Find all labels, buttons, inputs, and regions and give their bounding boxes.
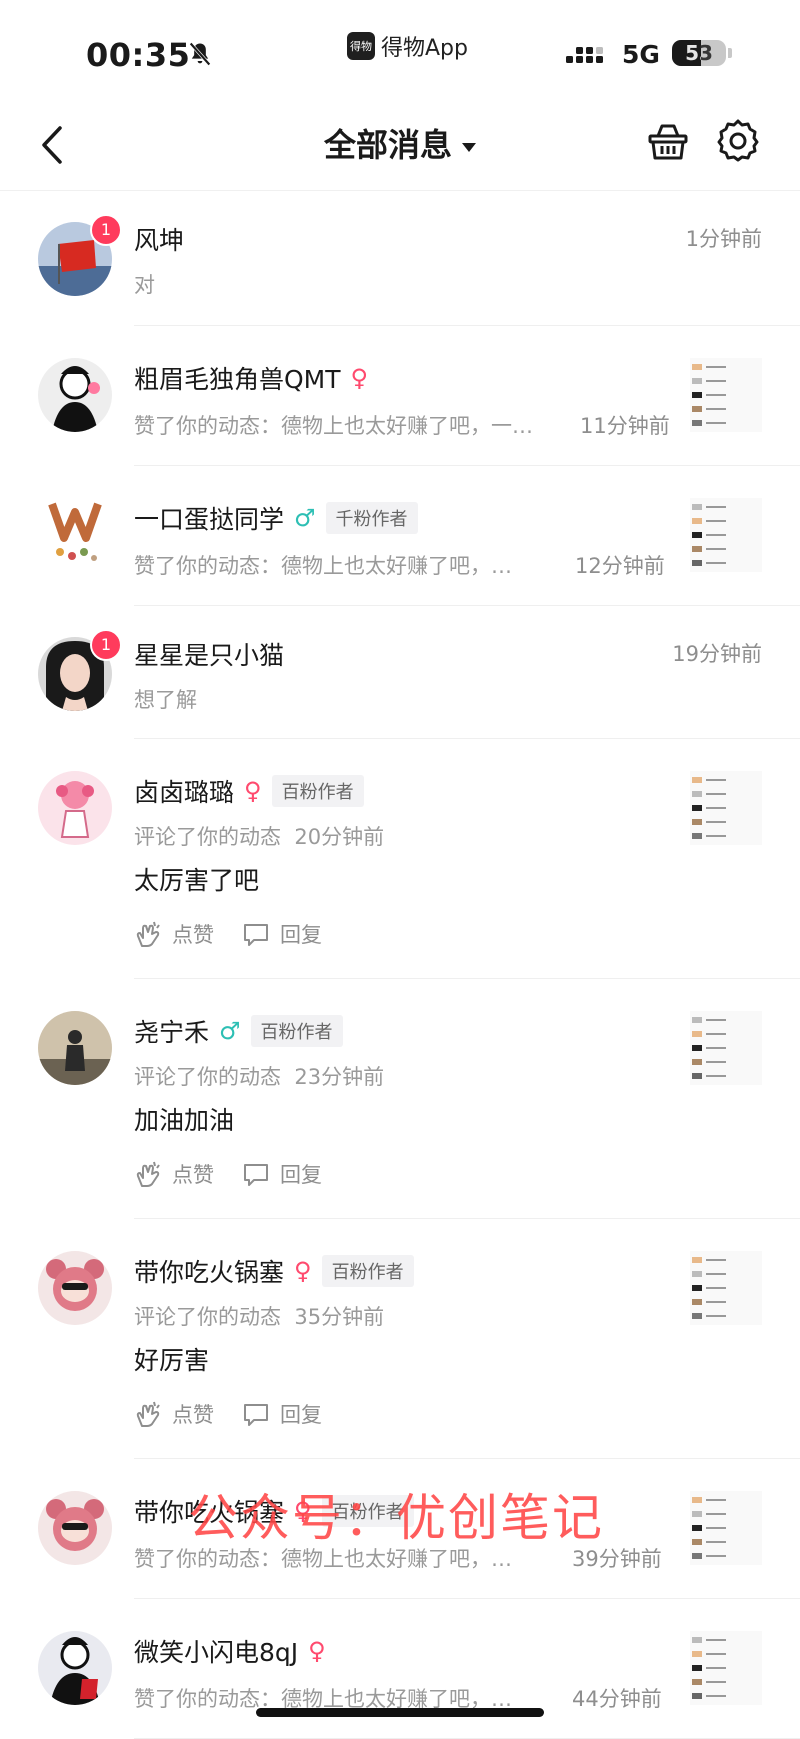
creator-tag: 百粉作者 [271, 775, 364, 807]
like-button[interactable]: 点赞 [134, 1399, 214, 1429]
message-preview: 对 [134, 273, 155, 297]
avatar[interactable] [38, 498, 112, 572]
avatar[interactable] [38, 1011, 112, 1085]
reply-button[interactable]: 回复 [242, 1159, 322, 1189]
comment-bubble-icon [244, 924, 268, 946]
message-item[interactable]: 粗眉毛独角兽QMT ♀ 赞了你的动态：德物上也太好赚了吧，一… 11分钟前 [0, 326, 800, 466]
creator-tag: 百粉作者 [321, 1255, 414, 1287]
like-label: 点赞 [172, 1163, 214, 1187]
female-gender-icon: ♀ [244, 777, 262, 805]
message-item[interactable]: 卤卤璐璐 ♀ 百粉作者 评论了你的动态 20分钟前 太厉害了吧 点赞 回复 [0, 739, 800, 979]
message-preview: 赞了你的动态：德物上也太好赚了吧，… [134, 554, 512, 578]
sender-name: 风坤 [134, 226, 185, 255]
like-button[interactable]: 点赞 [134, 919, 214, 949]
avatar[interactable] [38, 1631, 112, 1705]
like-button[interactable]: 点赞 [134, 1159, 214, 1189]
post-thumbnail[interactable] [690, 1491, 762, 1565]
app-logo: 得物 [347, 32, 375, 60]
avatar[interactable] [38, 771, 112, 845]
mute-bell-icon [189, 42, 211, 66]
battery-level: 53 [685, 41, 713, 65]
timestamp: 19分钟前 [672, 642, 762, 666]
like-label: 点赞 [172, 923, 214, 947]
comment-meta: 评论了你的动态 35分钟前 [134, 1301, 384, 1331]
page-title: 全部消息 [323, 126, 452, 164]
clap-icon [136, 921, 160, 947]
sender-name: 星星是只小猫 [134, 641, 285, 670]
signal-icon [566, 47, 603, 63]
timestamp: 12分钟前 [575, 554, 665, 578]
sender-name: 卤卤璐璐 [134, 778, 235, 807]
clap-icon [136, 1161, 160, 1187]
basket-icon[interactable] [646, 120, 690, 164]
message-item[interactable]: 一口蛋挞同学 ♂ 千粉作者 赞了你的动态：德物上也太好赚了吧，… 12分钟前 [0, 466, 800, 606]
status-bar: 00:35 得物 得物App 5G 53 [0, 0, 800, 100]
watermark-text: 公众号：优创笔记 [188, 1489, 604, 1547]
timestamp: 23分钟前 [294, 1065, 385, 1089]
post-thumbnail[interactable] [690, 1631, 762, 1705]
action-text: 评论了你的动态 [134, 1305, 281, 1329]
female-gender-icon: ♀ [308, 1637, 326, 1665]
message-item[interactable]: 1 星星是只小猫 想了解 19分钟前 [0, 606, 800, 739]
post-thumbnail[interactable] [690, 1251, 762, 1325]
female-gender-icon: ♀ [350, 364, 369, 392]
male-gender-icon: ♂ [294, 504, 316, 532]
sender-name: 粗眉毛独角兽QMT [134, 365, 341, 394]
sender-name: 带你吃火锅塞 [134, 1258, 285, 1287]
comment-meta: 评论了你的动态 20分钟前 [134, 821, 384, 851]
female-gender-icon: ♀ [294, 1257, 312, 1285]
unread-badge: 1 [90, 629, 122, 661]
battery-cap [728, 48, 732, 58]
sender-name: 尧宁禾 [134, 1018, 210, 1047]
avatar[interactable] [38, 1491, 112, 1565]
message-item[interactable]: 1 风坤 对 1分钟前 [0, 191, 800, 326]
post-thumbnail[interactable] [690, 498, 762, 572]
message-item[interactable]: 带你吃火锅塞 ♀ 百粉作者 评论了你的动态 35分钟前 好厉害 点赞 回复 [0, 1219, 800, 1459]
creator-tag: 百粉作者 [250, 1015, 343, 1047]
timestamp: 11分钟前 [580, 414, 670, 438]
creator-tag: 千粉作者 [325, 502, 418, 534]
timestamp: 35分钟前 [294, 1305, 385, 1329]
timestamp: 20分钟前 [294, 825, 385, 849]
app-name: 得物App [381, 36, 468, 61]
sender-name: 微笑小闪电8qJ [134, 1638, 299, 1667]
message-preview: 赞了你的动态：德物上也太好赚了吧，一… [134, 414, 533, 438]
reply-label: 回复 [280, 923, 322, 947]
post-thumbnail[interactable] [690, 771, 762, 845]
comment-text: 好厉害 [134, 1346, 210, 1375]
unread-badge: 1 [90, 214, 122, 246]
message-item[interactable]: 微笑小闪电8qJ ♀ 赞了你的动态：德物上也太好赚了吧，… 44分钟前 [0, 1599, 800, 1739]
message-item[interactable]: 尧宁禾 ♂ 百粉作者 评论了你的动态 23分钟前 加油加油 点赞 回复 [0, 979, 800, 1219]
home-indicator[interactable] [256, 1708, 544, 1717]
avatar[interactable] [38, 1251, 112, 1325]
reply-label: 回复 [280, 1163, 322, 1187]
post-thumbnail[interactable] [690, 1011, 762, 1085]
gear-icon[interactable] [716, 118, 760, 162]
comment-text: 加油加油 [134, 1106, 235, 1135]
source-app-indicator[interactable]: 得物 得物App [347, 30, 468, 62]
battery-icon: 53 [672, 40, 726, 66]
timestamp: 1分钟前 [685, 227, 762, 251]
action-text: 评论了你的动态 [134, 1065, 281, 1089]
reply-label: 回复 [280, 1403, 322, 1427]
status-time: 00:35 [86, 36, 191, 74]
post-thumbnail[interactable] [690, 358, 762, 432]
male-gender-icon: ♂ [219, 1017, 241, 1045]
comment-bubble-icon [244, 1404, 268, 1426]
comment-meta: 评论了你的动态 23分钟前 [134, 1061, 384, 1091]
timestamp: 44分钟前 [572, 1687, 662, 1711]
like-label: 点赞 [172, 1403, 214, 1427]
nav-bar: 全部消息 [0, 100, 800, 191]
sender-name: 一口蛋挞同学 [134, 505, 285, 534]
clap-icon [136, 1401, 160, 1427]
action-text: 评论了你的动态 [134, 825, 281, 849]
reply-button[interactable]: 回复 [242, 1399, 322, 1429]
comment-bubble-icon [244, 1164, 268, 1186]
caret-down-icon [462, 142, 476, 152]
network-type: 5G [622, 40, 660, 69]
avatar[interactable] [38, 358, 112, 432]
reply-button[interactable]: 回复 [242, 919, 322, 949]
comment-text: 太厉害了吧 [134, 866, 260, 895]
message-preview: 想了解 [134, 688, 197, 712]
